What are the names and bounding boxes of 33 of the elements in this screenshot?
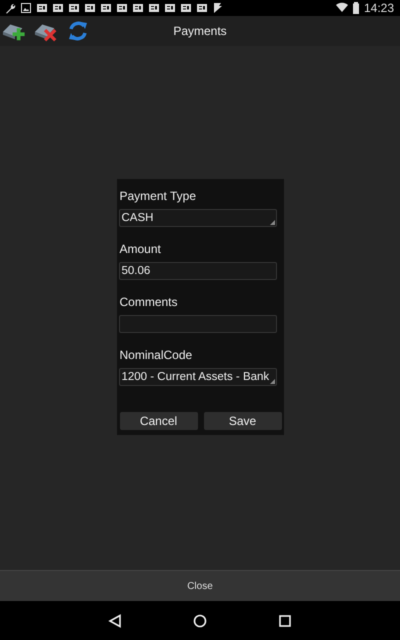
image-icon [20, 2, 32, 14]
notification-icon [132, 2, 144, 14]
wifi-icon [336, 2, 348, 14]
notification-icon [180, 2, 192, 14]
notification-icon [116, 2, 128, 14]
battery-icon [352, 2, 360, 14]
back-icon[interactable] [108, 614, 122, 628]
clock: 14:23 [364, 1, 394, 15]
input-field[interactable]: 50.06 [118, 262, 276, 280]
field-label: Comments [120, 295, 178, 309]
wrench-icon [4, 2, 16, 14]
field-label: Payment Type [120, 189, 196, 203]
dialog-button[interactable]: Cancel [118, 411, 198, 431]
notification-icon [196, 2, 208, 14]
notification-icon [148, 2, 160, 14]
refresh-icon[interactable] [66, 20, 90, 42]
input-field[interactable] [118, 315, 276, 333]
dropdown-corner-icon [270, 379, 274, 384]
dropdown-field[interactable]: 1200 - Current Assets - Bank [118, 368, 276, 386]
dropdown-corner-icon [270, 220, 274, 225]
notification-icon [164, 2, 176, 14]
notification-icon [52, 2, 64, 14]
notification-icon [68, 2, 80, 14]
home-icon[interactable] [193, 614, 207, 628]
dialog-button[interactable]: Save [202, 411, 282, 431]
notification-icon [84, 2, 96, 14]
notification-icon [36, 2, 48, 14]
page-title: Payments [173, 24, 227, 38]
dropdown-field[interactable]: CASH [118, 209, 276, 227]
field-label: NominalCode [120, 348, 192, 362]
notification-icon [100, 2, 112, 14]
recents-icon[interactable] [278, 614, 292, 628]
field-label: Amount [120, 242, 161, 256]
